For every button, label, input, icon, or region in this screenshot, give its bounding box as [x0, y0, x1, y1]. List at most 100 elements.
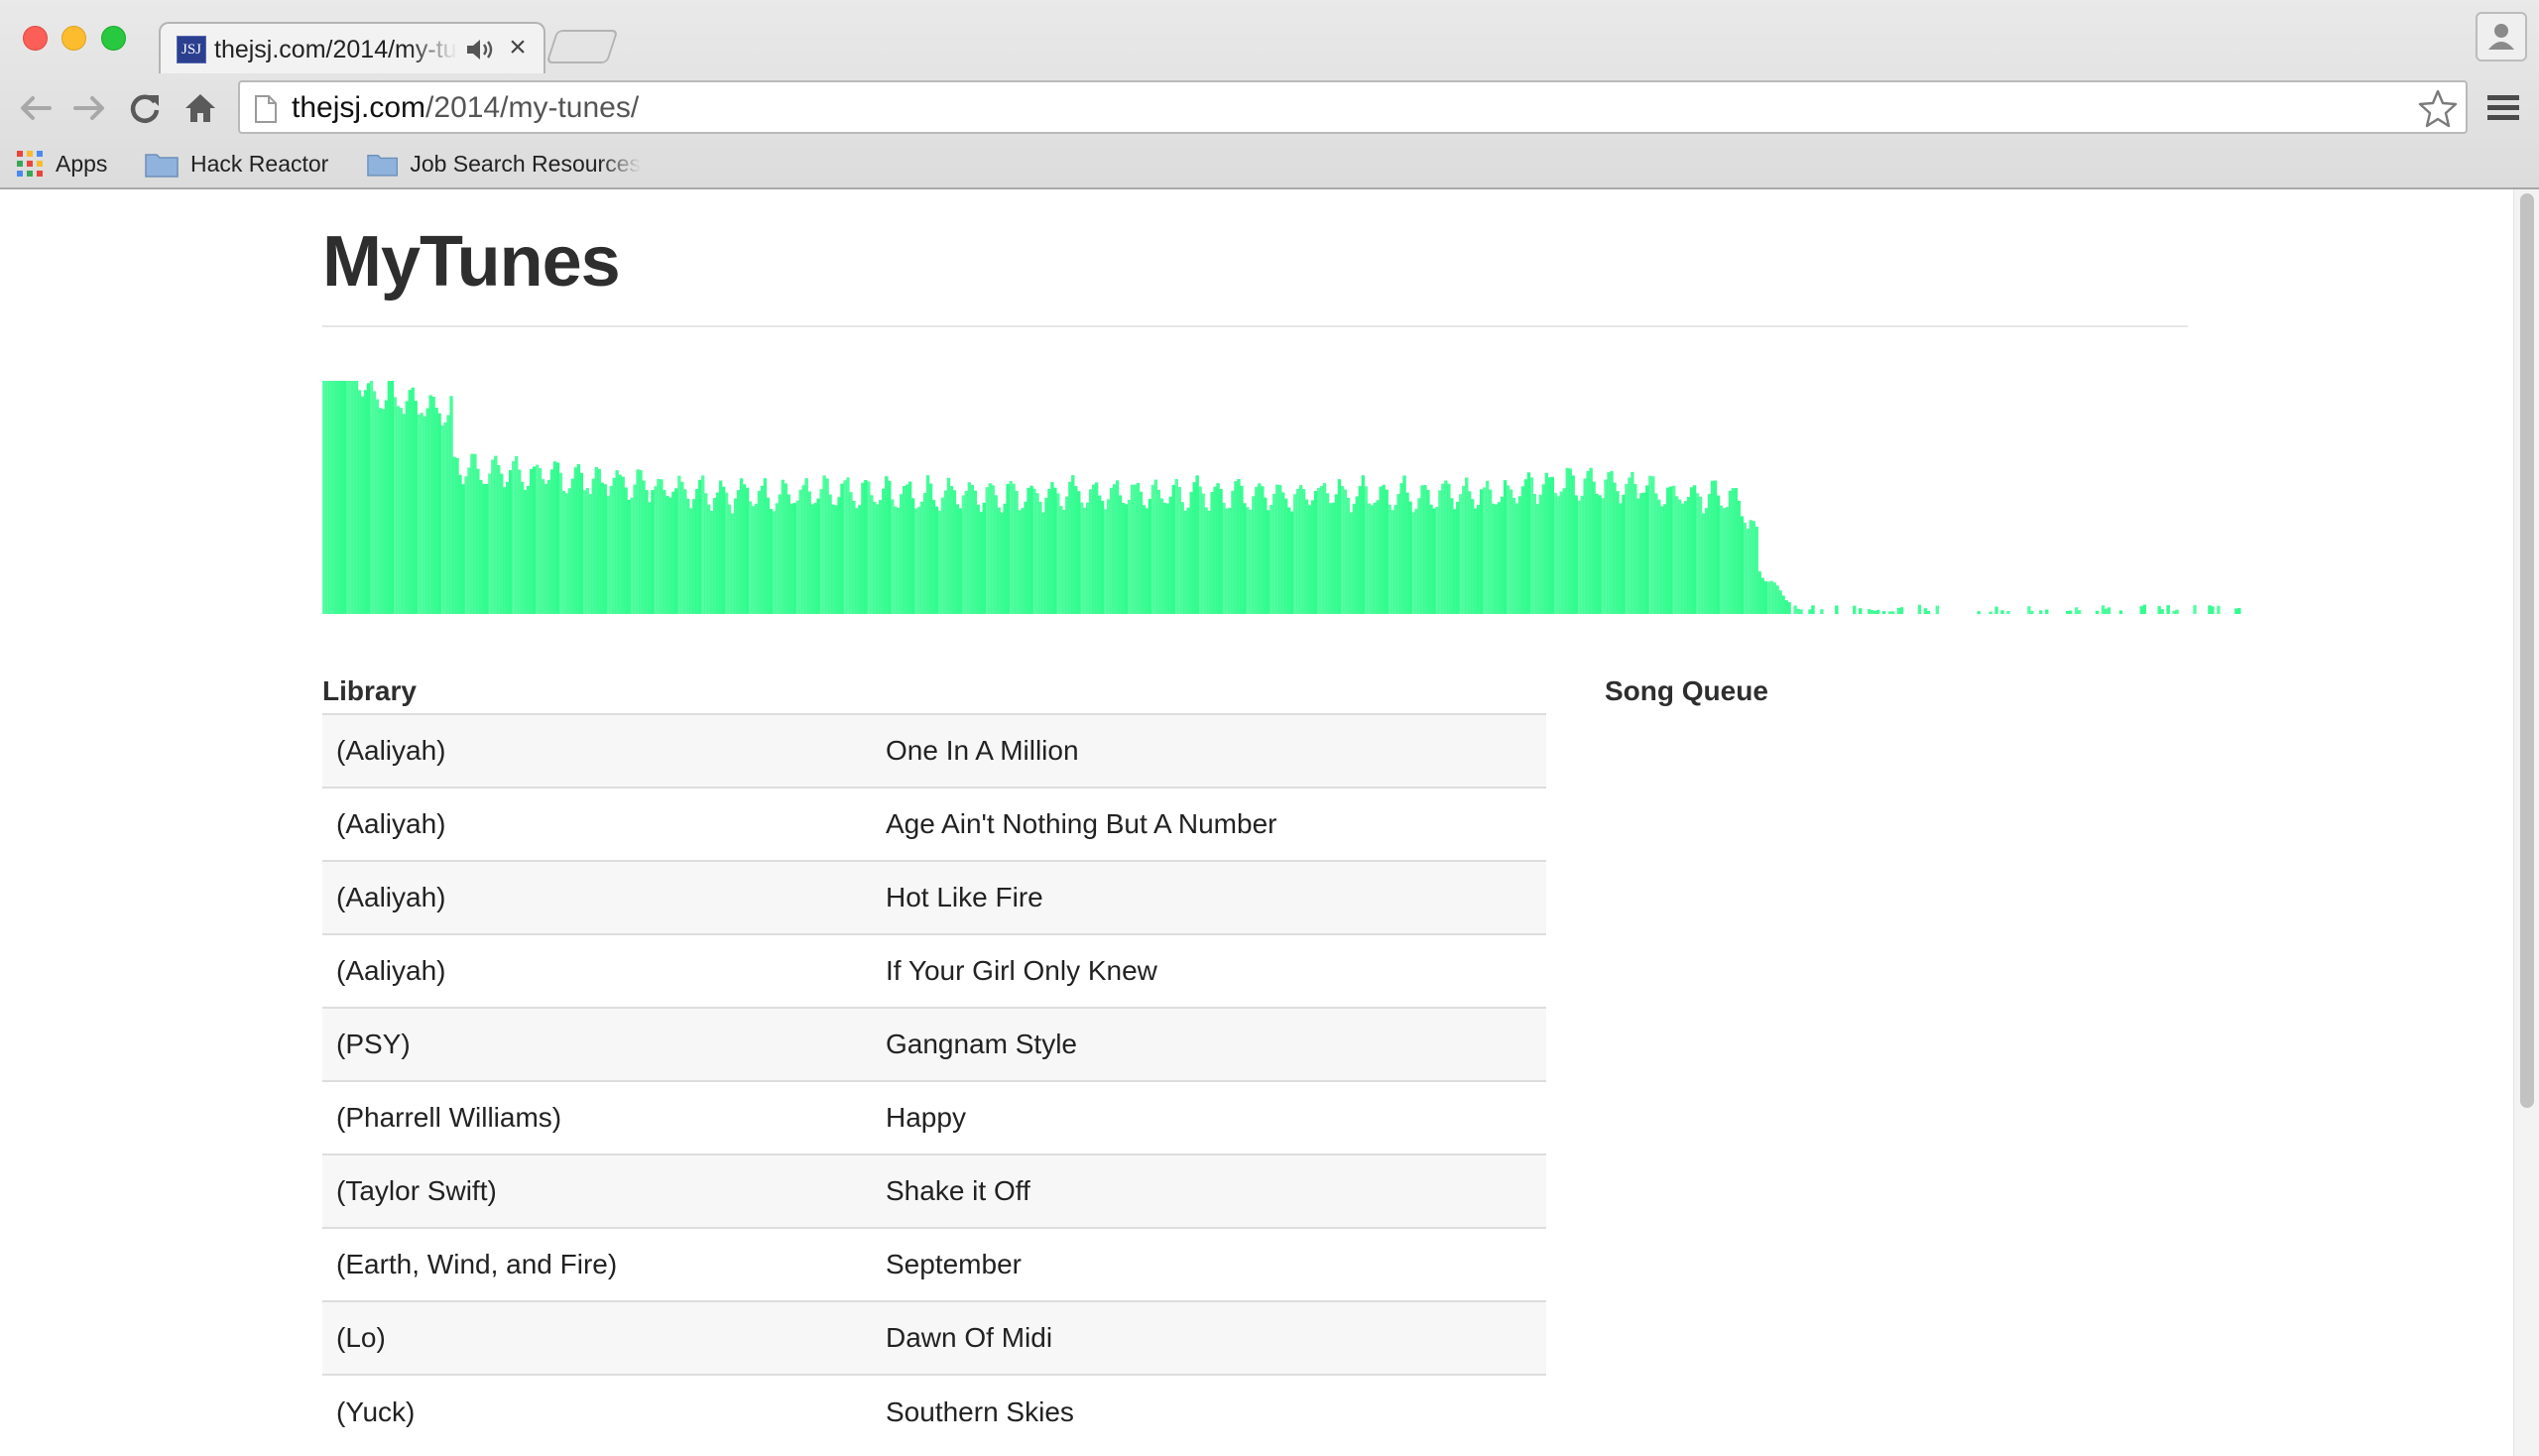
visualizer-bar [1044, 497, 1048, 614]
scrollbar-thumb[interactable] [2520, 193, 2534, 1108]
visualizer-bar [876, 504, 880, 614]
profile-button[interactable] [2476, 12, 2527, 61]
visualizer-bar [1737, 500, 1742, 614]
visualizer-bar [1485, 480, 1490, 614]
bookmark-job-search[interactable]: Job Search Resources [367, 146, 641, 182]
visualizer-bar [1328, 503, 1333, 614]
visualizer-bar [1352, 503, 1357, 614]
visualizer-bar [1148, 499, 1152, 614]
visualizer-bar [760, 485, 765, 614]
visualizer-bar [2045, 609, 2049, 614]
visualizer-bar [704, 493, 708, 614]
browser-toolbar: thejsj.com/2014/my-tunes/ [0, 72, 2539, 142]
bookmark-star-icon[interactable] [2418, 88, 2458, 128]
visualizer-bar [1532, 493, 1537, 614]
address-bar[interactable]: thejsj.com/2014/my-tunes/ [238, 80, 2468, 134]
visualizer-bar [1286, 507, 1291, 614]
visualizer-bar [1390, 510, 1394, 614]
library-song-row[interactable]: (Yuck) Southern Skies [322, 1375, 1546, 1448]
visualizer-bar [825, 478, 829, 614]
visualizer-bar [564, 493, 569, 614]
visualizer-bar [1417, 498, 1421, 614]
library-song-row[interactable]: (Aaliyah) One In A Million [322, 714, 1546, 788]
visualizer-bar [1402, 475, 1406, 614]
visualizer-bar [1610, 470, 1614, 614]
visualizer-bar [1586, 470, 1590, 614]
visualizer-bar [473, 453, 477, 614]
visualizer-bar [1677, 499, 1682, 614]
song-artist: (Taylor Swift) [336, 1175, 497, 1206]
visualizer-bar [1701, 513, 1706, 614]
visualizer-bar [1426, 490, 1430, 614]
visualizer-bar [727, 504, 732, 614]
visualizer-bar [1228, 507, 1232, 614]
visualizer-bar [1021, 508, 1025, 614]
tab-close-icon[interactable]: × [504, 31, 532, 63]
visualizer-bar [955, 504, 960, 614]
library-song-row[interactable]: (Aaliyah) If Your Girl Only Knew [322, 934, 1546, 1008]
visualizer-bar [660, 479, 664, 614]
visualizer-bar [1796, 608, 1800, 614]
visualizer-bar [1435, 507, 1439, 614]
visualizer-bar [366, 383, 371, 614]
visualizer-bar [1657, 499, 1661, 614]
library-song-row[interactable]: (Aaliyah) Hot Like Fire [322, 861, 1546, 934]
visualizer-bar [757, 490, 762, 614]
chrome-menu-icon[interactable] [2483, 88, 2523, 128]
page-scrollbar[interactable] [2513, 189, 2539, 1456]
home-button[interactable] [179, 86, 222, 130]
visualizer-bar [333, 381, 338, 614]
visualizer-bar [988, 483, 992, 614]
visualizer-bar [648, 502, 652, 614]
visualizer-bar [739, 478, 744, 614]
visualizer-bar [775, 503, 780, 614]
visualizer-bar [798, 489, 802, 614]
library-song-row[interactable]: (Pharrell Williams) Happy [322, 1081, 1546, 1154]
visualizer-bar [1752, 521, 1755, 614]
visualizer-bar [1669, 486, 1673, 614]
visualizer-bar [1349, 512, 1354, 614]
home-icon [185, 94, 215, 122]
visualizer-bar [1234, 481, 1238, 614]
maximize-window-button[interactable] [101, 26, 126, 51]
visualizer-bar [905, 484, 909, 614]
visualizer-bar [1379, 486, 1383, 614]
visualizer-bar [1890, 611, 1895, 614]
audio-playing-icon[interactable] [464, 36, 494, 63]
visualizer-bar [458, 474, 462, 614]
library-song-row[interactable]: (Lo) Dawn Of Midi [322, 1301, 1546, 1375]
visualizer-bar [526, 486, 531, 614]
library-song-row[interactable]: (Taylor Swift) Shake it Off [322, 1154, 1546, 1228]
visualizer-bar [1077, 491, 1081, 614]
visualizer-bar [1385, 489, 1389, 614]
visualizer-bar [982, 502, 986, 614]
bookmark-hack-reactor[interactable]: Hack Reactor [145, 146, 328, 182]
visualizer-bar [1663, 504, 1667, 614]
visualizer-bar [2157, 605, 2161, 614]
song-title: If Your Girl Only Knew [886, 955, 1157, 986]
library-song-row[interactable]: (Aaliyah) Age Ain't Nothing But A Number [322, 788, 1546, 861]
close-window-button[interactable] [23, 26, 48, 51]
visualizer-bar [745, 487, 750, 614]
new-tab-button[interactable] [545, 30, 619, 63]
visualizer-bar [1491, 503, 1496, 614]
visualizer-bar [2237, 608, 2241, 614]
visualizer-bar [1243, 503, 1247, 614]
reload-button[interactable] [123, 86, 167, 130]
visualizer-bar [1210, 492, 1214, 614]
visualizer-bar [1000, 512, 1004, 614]
visualizer-bar [1671, 485, 1676, 614]
library-song-row[interactable]: (PSY) Gangnam Style [322, 1008, 1546, 1081]
back-button[interactable] [14, 86, 58, 130]
visualizer-bar [555, 462, 560, 614]
browser-tab-active[interactable]: JSJ thejsj.com/2014/my-tunes/ × [159, 22, 545, 73]
bookmark-apps[interactable]: Apps [16, 146, 107, 182]
visualizer-bar [907, 481, 912, 614]
visualizer-bar [961, 495, 966, 614]
visualizer-bar [1716, 495, 1721, 614]
url-text[interactable]: thejsj.com/2014/my-tunes/ [292, 90, 639, 126]
library-song-row[interactable]: (Earth, Wind, and Fire) September [322, 1228, 1546, 1301]
minimize-window-button[interactable] [61, 26, 86, 51]
visualizer-bar [1231, 490, 1235, 614]
forward-button[interactable] [67, 86, 111, 130]
